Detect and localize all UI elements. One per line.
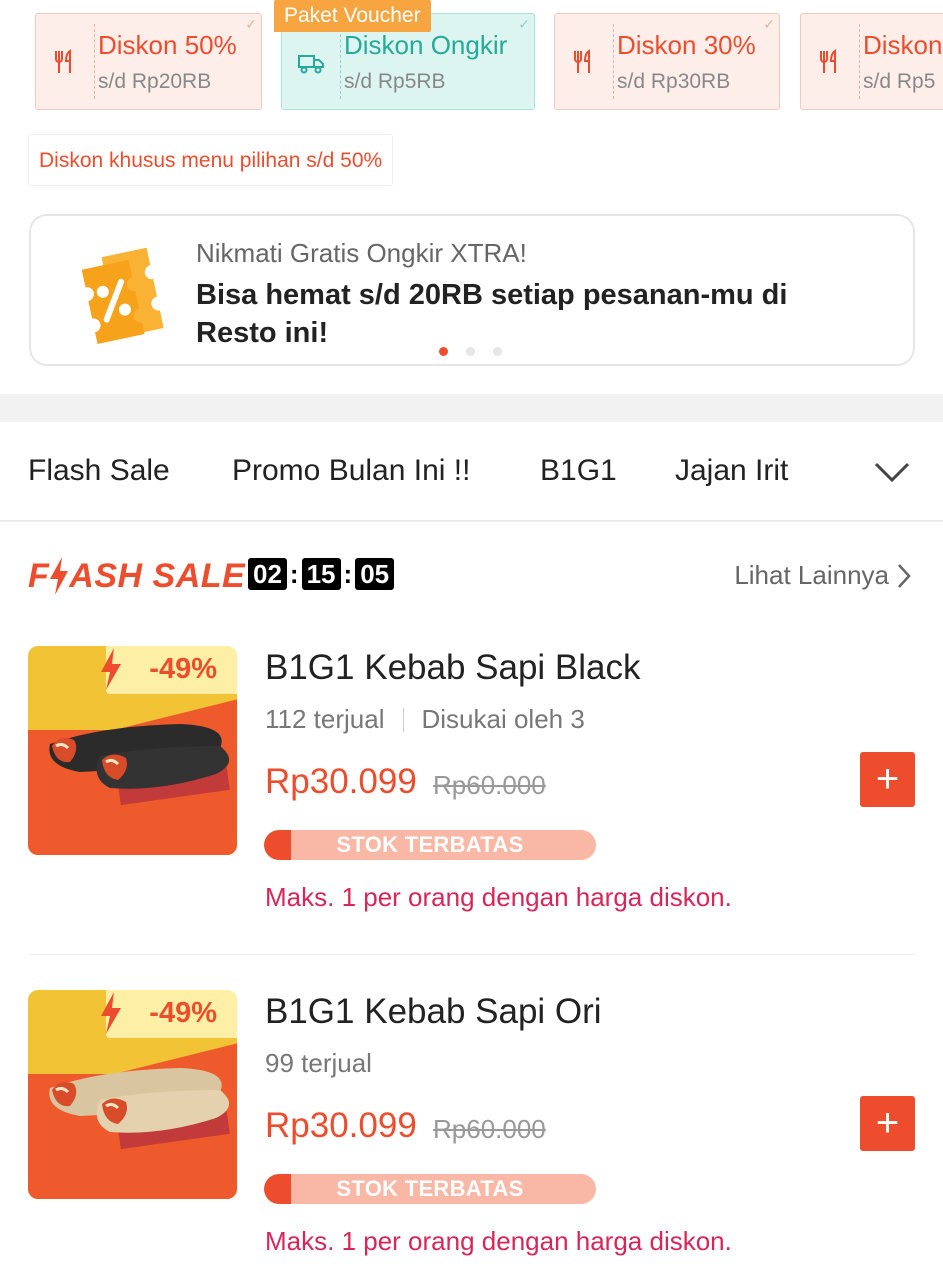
- tab-b1g1[interactable]: B1G1: [540, 454, 617, 488]
- kebab-image: [49, 1068, 230, 1150]
- chevron-down-icon[interactable]: [872, 452, 912, 492]
- product-divider: [28, 954, 915, 955]
- flash-sale-header: F ASH SALE 02 : 15 : 05 Lihat Lainnya: [0, 522, 943, 622]
- lightning-icon: [101, 648, 121, 690]
- kebab-image: [49, 724, 230, 806]
- voucher-divider: [94, 24, 95, 99]
- voucher-divider: [613, 24, 614, 99]
- product-name: B1G1 Kebab Sapi Ori: [265, 992, 602, 1031]
- voucher-title: Diskon: [863, 30, 943, 60]
- restaurant-icon: [555, 14, 613, 109]
- sold-count: 99 terjual: [265, 1048, 372, 1078]
- liked-count: Disukai oleh 3: [421, 704, 585, 734]
- see-more-label: Lihat Lainnya: [734, 560, 889, 590]
- lightning-icon: [50, 557, 69, 595]
- restaurant-icon: [36, 14, 94, 109]
- carousel-dot: [493, 347, 502, 356]
- restaurant-icon: [801, 14, 859, 109]
- see-more-link[interactable]: Lihat Lainnya: [734, 560, 911, 591]
- stock-progress-bar: STOK TERBATAS: [264, 830, 596, 860]
- carousel-dot-active: [439, 347, 448, 356]
- countdown-timer: 02 : 15 : 05: [248, 558, 395, 590]
- chevron-right-icon: [898, 563, 911, 588]
- tab-flash-sale[interactable]: Flash Sale: [28, 454, 170, 488]
- timer-colon: :: [343, 558, 353, 589]
- promo-banner[interactable]: Nikmati Gratis Ongkir XTRA! Bisa hemat s…: [29, 214, 915, 366]
- lightning-icon: [101, 992, 121, 1034]
- timer-minutes: 15: [301, 558, 341, 590]
- timer-hours: 02: [248, 558, 287, 590]
- voucher-card[interactable]: Diskon s/d Rp5: [800, 13, 943, 110]
- voucher-title: Diskon Ongkir: [344, 30, 508, 60]
- original-price: Rp60.000: [433, 1114, 546, 1144]
- flash-logo-f: F: [28, 557, 50, 595]
- voucher-divider: [859, 24, 860, 99]
- flash-logo-text: ASH SALE: [69, 557, 246, 595]
- voucher-card[interactable]: Diskon 30% s/d Rp30RB ✓: [554, 13, 780, 110]
- discount-badge: -49%: [149, 653, 217, 685]
- category-tabs: Flash Sale Promo Bulan Ini !! B1G1 Jajan…: [0, 422, 943, 522]
- voucher-subtitle: s/d Rp30RB: [617, 70, 731, 93]
- voucher-subtitle: s/d Rp20RB: [98, 70, 212, 93]
- product-price: Rp30.099: [265, 762, 417, 801]
- check-icon: ✓: [763, 16, 775, 32]
- add-to-cart-button[interactable]: +: [860, 1096, 915, 1151]
- voucher-divider: [340, 24, 341, 99]
- product-name: B1G1 Kebab Sapi Black: [265, 648, 641, 687]
- percent-ticket-icon: [81, 247, 164, 345]
- product-meta: 112 terjual Disukai oleh 3: [265, 704, 585, 735]
- timer-seconds: 05: [355, 558, 395, 590]
- voucher-card[interactable]: Diskon 50% s/d Rp20RB ✓: [35, 13, 262, 110]
- stock-progress-bar: STOK TERBATAS: [264, 1174, 596, 1204]
- carousel-dot: [466, 347, 475, 356]
- voucher-title: Diskon 50%: [98, 30, 237, 60]
- purchase-limit-note: Maks. 1 per orang dengan harga diskon.: [265, 882, 732, 912]
- check-icon: ✓: [518, 16, 530, 32]
- product-card[interactable]: -49% B1G1 Kebab Sapi Black 112 terjual D…: [0, 646, 943, 976]
- product-price: Rp30.099: [265, 1106, 417, 1145]
- product-image: -49%: [28, 990, 237, 1199]
- timer-colon: :: [289, 558, 299, 589]
- flash-sale-logo: F ASH SALE: [28, 554, 245, 598]
- discount-badge: -49%: [149, 997, 217, 1029]
- section-gap: [0, 394, 943, 422]
- product-image: -49%: [28, 646, 237, 855]
- voucher-title: Diskon 30%: [617, 30, 756, 60]
- tab-jajan-irit[interactable]: Jajan Irit: [675, 454, 788, 488]
- promo-subtitle: Nikmati Gratis Ongkir XTRA!: [196, 238, 527, 268]
- product-card[interactable]: -49% B1G1 Kebab Sapi Ori 99 terjual Rp30…: [0, 990, 943, 1280]
- promo-headline: Bisa hemat s/d 20RB setiap pesanan-mu di…: [196, 279, 788, 349]
- voucher-subtitle: s/d Rp5: [863, 70, 936, 93]
- product-meta: 99 terjual: [265, 1048, 372, 1079]
- carousel-indicator: [439, 347, 502, 356]
- menu-discount-note: Diskon khusus menu pilihan s/d 50%: [28, 134, 394, 186]
- purchase-limit-note: Maks. 1 per orang dengan harga diskon.: [265, 1226, 732, 1256]
- check-icon: ✓: [245, 16, 257, 32]
- voucher-strip: Diskon 50% s/d Rp20RB ✓ Diskon Ongkir s/…: [0, 0, 943, 120]
- stock-label: STOK TERBATAS: [336, 1176, 524, 1201]
- sold-count: 112 terjual: [265, 704, 385, 734]
- tab-promo-bulan-ini[interactable]: Promo Bulan Ini !!: [232, 454, 470, 488]
- meta-divider: [402, 707, 404, 732]
- original-price: Rp60.000: [433, 770, 546, 800]
- voucher-subtitle: s/d Rp5RB: [344, 70, 446, 93]
- stock-label: STOK TERBATAS: [336, 832, 524, 857]
- paket-voucher-badge: Paket Voucher: [274, 0, 431, 32]
- add-to-cart-button[interactable]: +: [860, 752, 915, 807]
